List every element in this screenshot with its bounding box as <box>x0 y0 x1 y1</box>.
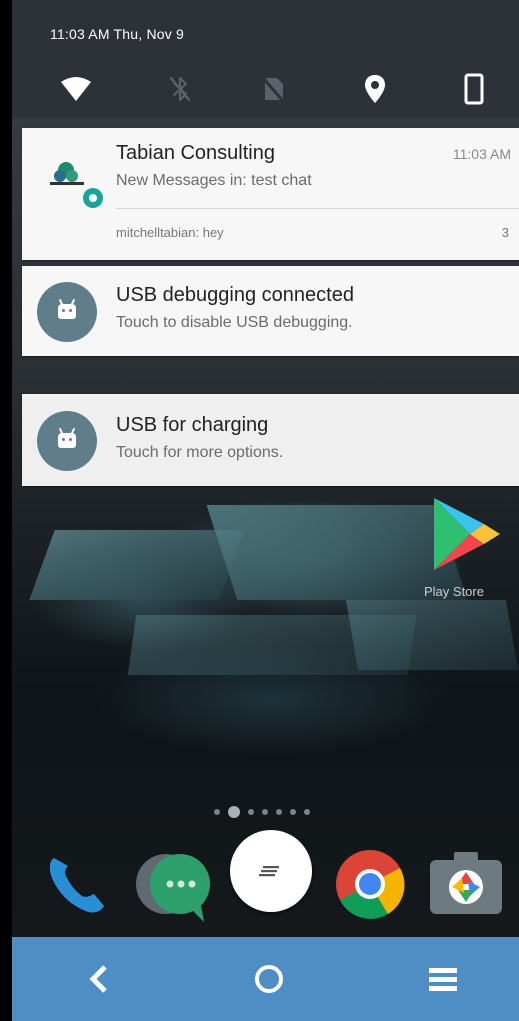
app-drawer-icon[interactable] <box>230 830 312 912</box>
page-dot <box>276 809 282 815</box>
wifi-icon[interactable] <box>59 72 93 106</box>
rotation-portrait-icon[interactable] <box>457 72 491 106</box>
notification-divider <box>116 208 519 209</box>
notification-time: 11:03 AM <box>452 146 511 162</box>
camera-icon[interactable] <box>428 848 504 920</box>
location-icon[interactable] <box>358 72 392 106</box>
menu-icon[interactable] <box>423 959 463 999</box>
wallpaper-iceberg <box>345 600 519 670</box>
page-indicator <box>214 806 334 818</box>
messaging-icon[interactable] <box>134 848 214 928</box>
notification-message: mitchelltabian: hey <box>116 225 224 240</box>
quick-settings-panel: 11:03 AM Thu, Nov 9 <box>12 0 519 118</box>
chrome-icon[interactable] <box>334 848 406 920</box>
notification-title: USB for charging <box>116 414 269 436</box>
page-dot <box>214 809 220 815</box>
notification-text: Touch for more options. <box>116 444 284 461</box>
play-store-icon[interactable] <box>430 494 502 574</box>
page-dot-current <box>228 806 240 818</box>
status-time-date: 11:03 AM Thu, Nov 9 <box>50 26 185 42</box>
page-dot <box>262 809 268 815</box>
notification-tabian-consulting[interactable]: Tabian Consulting 11:03 AM New Messages … <box>22 128 519 260</box>
bluetooth-off-icon[interactable] <box>163 72 197 106</box>
wallpaper-iceberg <box>29 530 245 600</box>
phone-icon[interactable] <box>40 848 112 920</box>
no-sim-icon[interactable] <box>256 72 290 106</box>
android-screen: 11:03 AM Thu, Nov 9 Tabian Consulting 11… <box>0 0 519 1021</box>
notification-text: New Messages in: test chat <box>116 172 312 189</box>
notification-title: USB debugging connected <box>116 284 354 306</box>
notification-title: Tabian Consulting <box>116 142 275 164</box>
tabian-consulting-logo-icon <box>46 156 104 214</box>
android-icon <box>37 282 97 342</box>
android-icon <box>37 411 97 471</box>
notification-usb-charging[interactable]: USB for charging Touch for more options. <box>22 394 519 486</box>
back-icon[interactable] <box>80 959 120 999</box>
page-dot <box>248 809 254 815</box>
navigation-bar <box>12 937 519 1021</box>
page-dot <box>304 809 310 815</box>
notification-usb-debugging[interactable]: USB debugging connected Touch to disable… <box>22 266 519 356</box>
left-edge <box>0 0 12 937</box>
notification-text: Touch to disable USB debugging. <box>116 314 353 331</box>
play-store-label: Play Store <box>424 584 484 599</box>
notification-message-count: 3 <box>501 225 509 240</box>
home-icon[interactable] <box>249 959 289 999</box>
page-dot <box>290 809 296 815</box>
